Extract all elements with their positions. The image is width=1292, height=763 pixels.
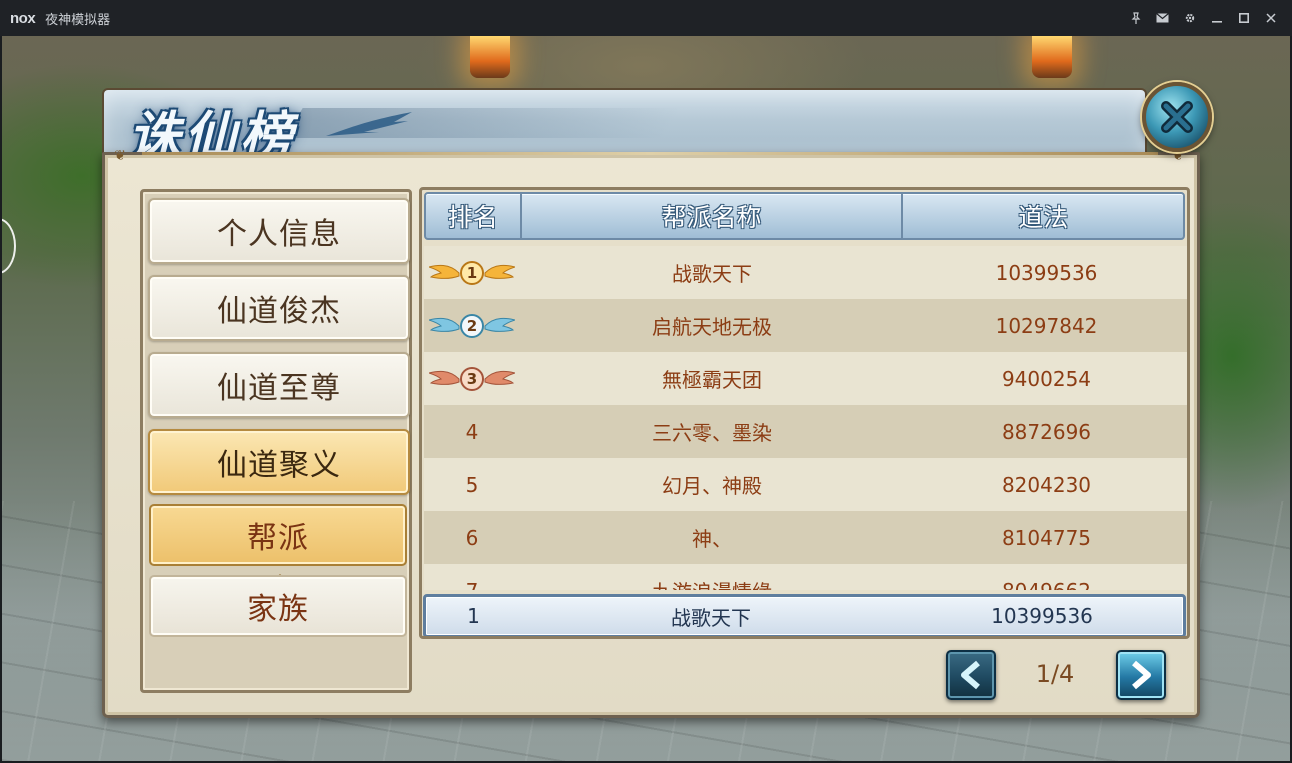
category-menu: 个人信息 仙道俊杰 仙道至尊 仙道聚义 帮派 家族 xyxy=(140,189,412,693)
guild-name-cell: 無極霸天团 xyxy=(662,368,762,392)
medal-rank-number: 3 xyxy=(460,366,484,391)
rank-cell: 5 xyxy=(465,472,479,497)
window-controls xyxy=(1122,0,1284,36)
guild-name-cell: 神、 xyxy=(692,527,732,551)
column-header-score: 道法 xyxy=(1018,203,1069,232)
settings-icon[interactable] xyxy=(1176,0,1203,36)
menu-item-personal-info[interactable]: 个人信息 xyxy=(148,198,410,264)
app-title: 夜神模拟器 xyxy=(45,12,111,28)
guild-name-cell: 幻月、神殿 xyxy=(662,474,762,498)
table-row[interactable]: 7九游浪漫情缘8049662 xyxy=(424,564,1187,591)
score-cell: 8872696 xyxy=(1001,419,1092,444)
guild-name-cell: 三六零、墨染 xyxy=(652,421,772,445)
my-rank: 1 xyxy=(467,604,480,628)
submenu-item-label: 家族 xyxy=(247,592,309,627)
pin-icon[interactable] xyxy=(1122,0,1149,36)
emulator-titlebar: nox 夜神模拟器 xyxy=(0,0,1292,36)
chevron-left-icon xyxy=(961,660,980,690)
score-cell: 8049662 xyxy=(904,564,1187,591)
header-divider xyxy=(142,152,1158,155)
submenu-item-label: 帮派 xyxy=(247,521,309,556)
nox-logo: nox xyxy=(10,9,36,27)
guild-name-cell: 九游浪漫情缘 xyxy=(520,564,904,590)
score-cell: 10399536 xyxy=(995,260,1098,285)
ranking-table: 排名 帮派名称 道法 1 战歌天下 10399536 2 启航天地无极 10297842 3… xyxy=(419,187,1190,639)
bronze-medal-icon: 3 xyxy=(429,365,515,393)
submenu-item-guild[interactable]: 帮派 xyxy=(149,504,407,566)
table-row[interactable]: 5 幻月、神殿 8204230 xyxy=(424,458,1187,511)
rank-cell: 7 xyxy=(424,564,520,591)
table-row[interactable]: 2 启航天地无极 10297842 xyxy=(424,299,1187,352)
table-row[interactable]: 3 無極霸天团 9400254 xyxy=(424,352,1187,405)
score-cell: 9400254 xyxy=(1001,366,1092,391)
minimize-icon[interactable] xyxy=(1203,0,1230,36)
menu-item-xiandao-junjie[interactable]: 仙道俊杰 xyxy=(148,275,410,341)
chevron-right-icon xyxy=(1132,660,1151,690)
next-page-button[interactable] xyxy=(1116,650,1166,700)
corner-ornament-left: ❦ xyxy=(114,148,126,164)
panel-close-button[interactable] xyxy=(1142,82,1212,152)
side-edge-button[interactable] xyxy=(2,218,16,274)
menu-item-label: 仙道俊杰 xyxy=(217,294,341,329)
ranking-panel: 诛仙榜 ❦ ❦ 个人信息 仙道俊杰 仙道至尊 仙道聚义 帮派 家族 排名 帮派名… xyxy=(98,82,1212,720)
my-score: 10399536 xyxy=(991,604,1093,628)
table-row[interactable]: 6 神、 8104775 xyxy=(424,511,1187,564)
rank-cell: 2 xyxy=(424,299,520,352)
score-cell: 10297842 xyxy=(995,313,1098,338)
menu-item-label: 个人信息 xyxy=(217,217,341,252)
column-header-guild-name: 帮派名称 xyxy=(522,194,904,238)
silver-medal-icon: 2 xyxy=(429,312,515,340)
brush-flourish-icon xyxy=(326,112,412,136)
close-x-icon xyxy=(1161,101,1193,133)
score-cell: 8204230 xyxy=(1001,472,1092,497)
my-guild-row: 1 战歌天下 10399536 xyxy=(423,594,1186,636)
rank-cell: 6 xyxy=(465,525,479,550)
prev-page-button[interactable] xyxy=(946,650,996,700)
menu-item-label: 仙道聚义 xyxy=(217,448,341,483)
medal-rank-number: 2 xyxy=(460,313,484,338)
maximize-icon[interactable] xyxy=(1230,0,1257,36)
submenu-item-family[interactable]: 家族 xyxy=(149,575,407,637)
column-header-rank: 排名 xyxy=(426,194,522,238)
medal-rank-number: 1 xyxy=(460,260,484,285)
table-header: 排名 帮派名称 道法 xyxy=(424,192,1185,240)
my-guild-name: 战歌天下 xyxy=(670,605,751,630)
rank-cell: 3 xyxy=(424,352,520,405)
table-row[interactable]: 4 三六零、墨染 8872696 xyxy=(424,405,1187,458)
mail-icon[interactable] xyxy=(1149,0,1176,36)
menu-item-label: 仙道至尊 xyxy=(217,371,341,406)
table-body[interactable]: 1 战歌天下 10399536 2 启航天地无极 10297842 3 無極霸天团 940025… xyxy=(424,246,1187,591)
rank-cell: 4 xyxy=(465,419,479,444)
gold-medal-icon: 1 xyxy=(429,259,515,287)
panel-header: 诛仙榜 xyxy=(102,88,1147,167)
guild-name-cell: 战歌天下 xyxy=(672,262,752,286)
menu-item-xiandao-zhizun[interactable]: 仙道至尊 xyxy=(148,352,410,418)
table-row[interactable]: 1 战歌天下 10399536 xyxy=(424,246,1187,299)
torch-right xyxy=(1032,36,1072,78)
score-cell: 8104775 xyxy=(1001,525,1092,550)
torch-left xyxy=(470,36,510,78)
rank-cell: 1 xyxy=(424,246,520,299)
close-icon[interactable] xyxy=(1257,0,1284,36)
page-indicator: 1/4 xyxy=(1035,660,1075,688)
menu-item-xiandao-juyi[interactable]: 仙道聚义 xyxy=(148,429,410,495)
guild-name-cell: 启航天地无极 xyxy=(652,315,772,339)
